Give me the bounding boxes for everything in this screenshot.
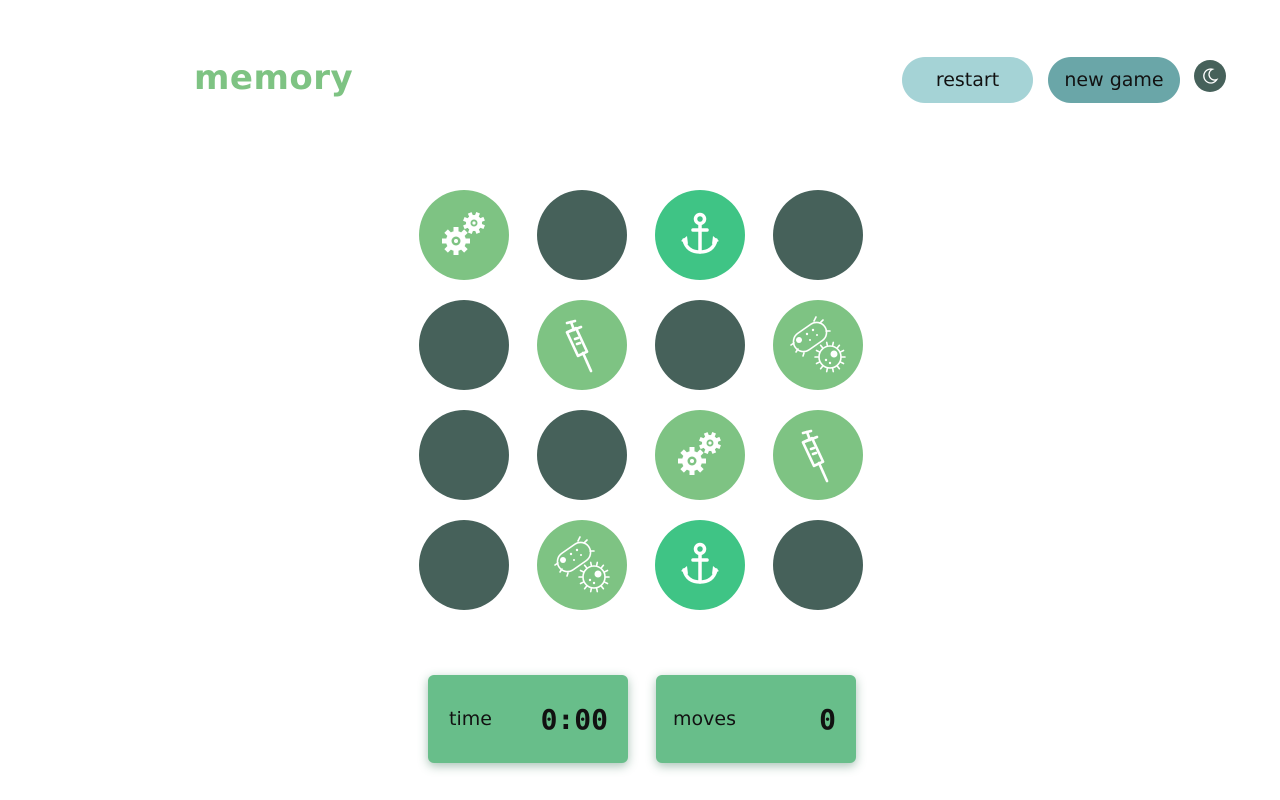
theme-toggle-button[interactable] — [1194, 60, 1226, 92]
tile-r4-c3[interactable] — [655, 520, 745, 610]
time-value: 0:00 — [540, 702, 608, 736]
tile-r1-c3[interactable] — [655, 190, 745, 280]
moves-label: moves — [673, 708, 736, 730]
tile-r3-c3[interactable] — [655, 410, 745, 500]
bacteria-icon — [786, 313, 850, 377]
tile-r2-c4[interactable] — [773, 300, 863, 390]
tile-r3-c4[interactable] — [773, 410, 863, 500]
tile-r2-c3[interactable] — [655, 300, 745, 390]
time-panel: time 0:00 — [428, 675, 628, 763]
anchor-icon — [675, 540, 725, 590]
gears-icon — [672, 427, 728, 483]
tile-r1-c2[interactable] — [537, 190, 627, 280]
tile-r2-c2[interactable] — [537, 300, 627, 390]
tile-r4-c2[interactable] — [537, 520, 627, 610]
game-title: memory — [194, 58, 354, 98]
moon-icon — [1203, 68, 1219, 84]
syringe-icon — [554, 317, 610, 373]
restart-button[interactable]: restart — [902, 57, 1033, 103]
game-board — [0, 0, 1280, 800]
tile-r4-c4[interactable] — [773, 520, 863, 610]
gears-icon — [436, 207, 492, 263]
tile-r3-c2[interactable] — [537, 410, 627, 500]
new-game-button[interactable]: new game — [1048, 57, 1180, 103]
tile-r2-c1[interactable] — [419, 300, 509, 390]
tile-r1-c1[interactable] — [419, 190, 509, 280]
moves-value: 0 — [819, 702, 836, 736]
time-label: time — [449, 708, 492, 730]
tile-r3-c1[interactable] — [419, 410, 509, 500]
bacteria-icon — [550, 533, 614, 597]
anchor-icon — [675, 210, 725, 260]
syringe-icon — [790, 427, 846, 483]
tile-r1-c4[interactable] — [773, 190, 863, 280]
tile-r4-c1[interactable] — [419, 520, 509, 610]
moves-panel: moves 0 — [656, 675, 856, 763]
